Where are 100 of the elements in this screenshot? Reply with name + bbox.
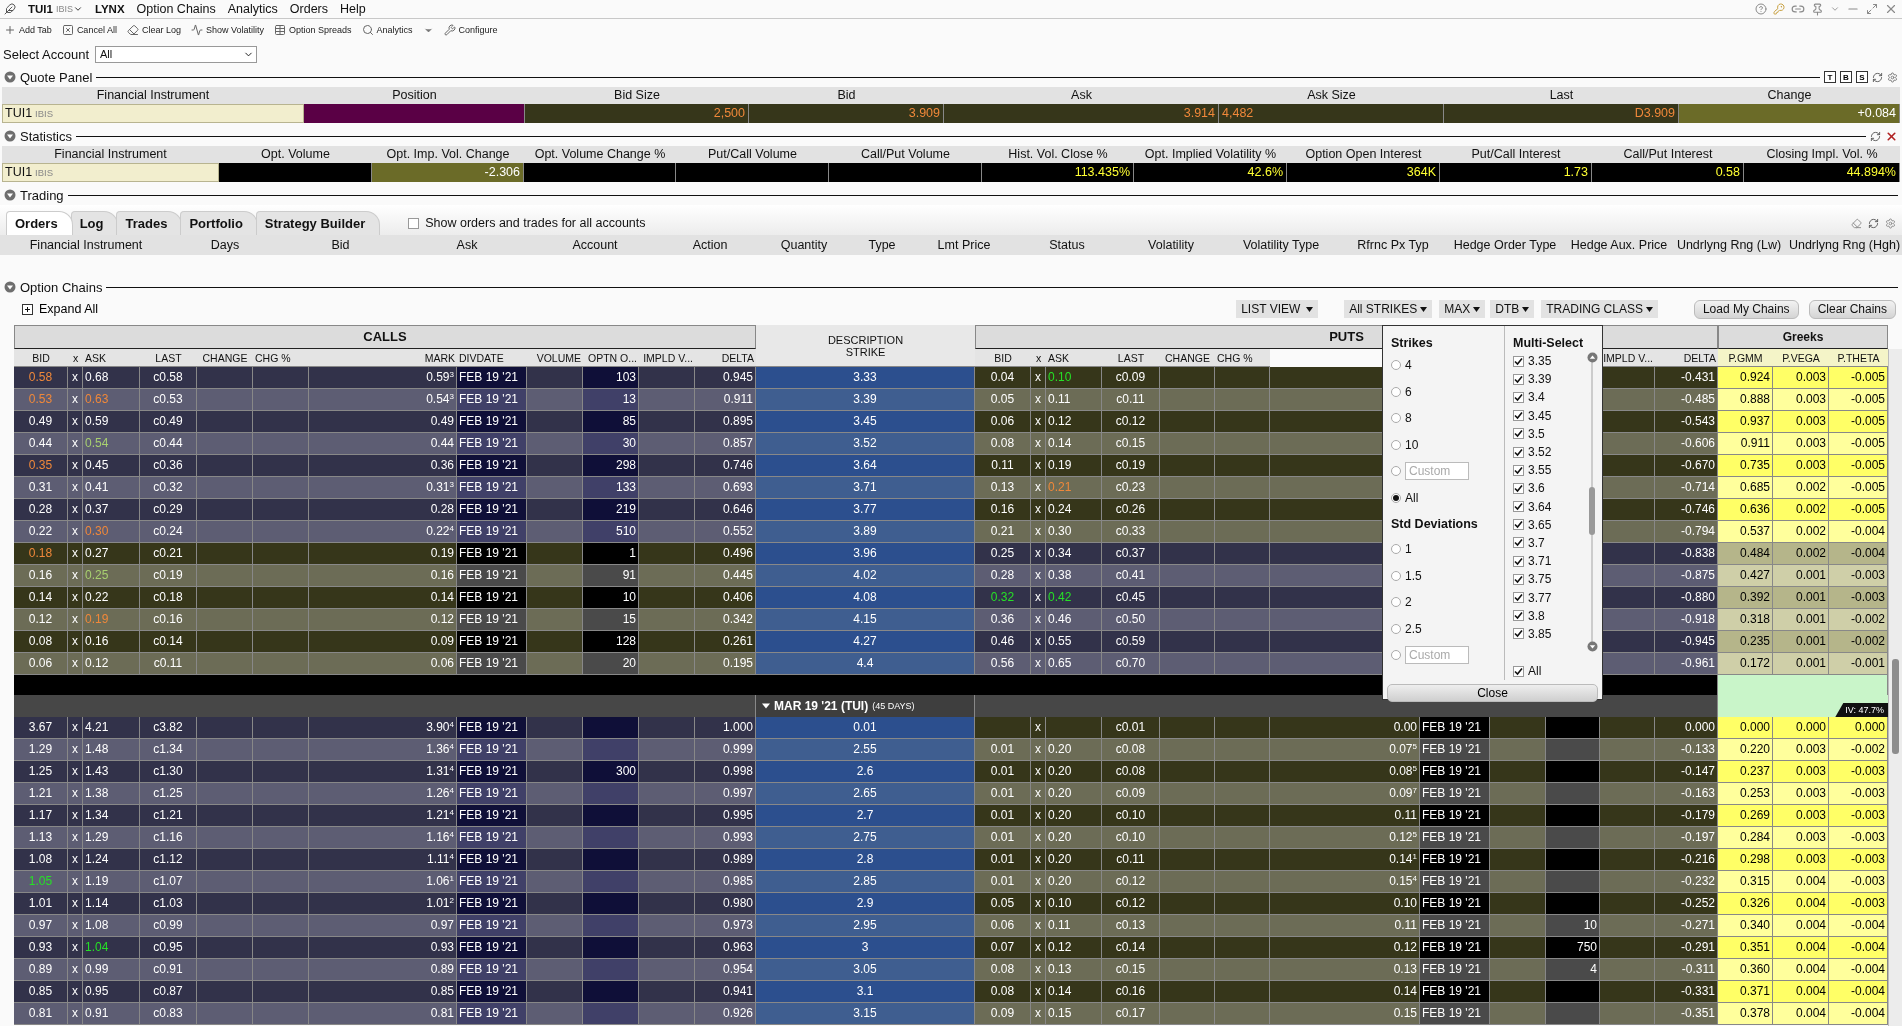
column-header[interactable]: DELTA (1655, 349, 1718, 367)
radio-button[interactable] (1391, 386, 1401, 397)
checkbox[interactable] (1513, 482, 1524, 494)
column-header[interactable]: IMPLD V... (639, 349, 695, 367)
toolbar-button[interactable]: Show Volatility (190, 24, 264, 36)
column-header[interactable]: CHANGE (197, 349, 253, 367)
strike-cell[interactable]: 3.1 (756, 981, 975, 1003)
option-label[interactable]: All (1528, 664, 1542, 679)
radio-button[interactable] (1391, 439, 1401, 450)
option-label[interactable]: 3.71 (1528, 554, 1552, 569)
app-icon[interactable] (4, 3, 16, 15)
instrument-cell[interactable]: TUI1 IBIS (2, 163, 219, 182)
scrollbar[interactable] (1888, 349, 1902, 1026)
refresh-icon[interactable] (1872, 71, 1883, 83)
toolbar-button[interactable]: Option Spreads (273, 24, 352, 36)
checkbox[interactable] (1513, 355, 1524, 367)
column-header[interactable]: Quantity (761, 238, 847, 252)
menu-item[interactable]: Option Chains (136, 2, 216, 16)
strike-cell[interactable]: 2.55 (756, 739, 975, 761)
panel-tool-button[interactable]: S (1856, 71, 1868, 83)
column-header[interactable]: Opt. Volume Change % (524, 146, 676, 163)
column-header[interactable]: Bid (749, 87, 944, 104)
radio-button[interactable] (1391, 544, 1401, 555)
panel-tool-button[interactable]: B (1840, 71, 1852, 83)
option-label[interactable]: 3.35 (1528, 354, 1552, 369)
strike-cell[interactable]: 0.01 (756, 717, 975, 739)
strike-cell[interactable]: 3.33 (756, 367, 975, 389)
strike-cell[interactable]: 4.08 (756, 587, 975, 609)
checkbox[interactable] (1513, 592, 1524, 604)
option-label[interactable]: 3.6 (1528, 481, 1545, 496)
strike-cell[interactable]: 3.52 (756, 433, 975, 455)
strike-cell[interactable]: 2.75 (756, 827, 975, 849)
column-header[interactable]: LAST (1102, 349, 1160, 367)
column-header[interactable]: Put/Call Volume (676, 146, 829, 163)
settings-icon[interactable] (1887, 71, 1898, 83)
toolbar-button[interactable]: Add Tab (4, 24, 52, 36)
column-header[interactable]: P.VEGA (1773, 349, 1829, 367)
column-header[interactable]: VOLUME (527, 349, 583, 367)
column-header[interactable]: BID (975, 349, 1031, 367)
strike-cell[interactable]: 3.39 (756, 389, 975, 411)
column-header[interactable]: Opt. Volume (219, 146, 372, 163)
checkbox[interactable] (1513, 628, 1524, 640)
strike-cell[interactable]: 4.15 (756, 609, 975, 631)
column-header[interactable]: x (68, 349, 83, 367)
checkbox[interactable] (1513, 573, 1524, 585)
column-header[interactable]: Status (1011, 238, 1123, 252)
expand-all-button[interactable]: Expand All (22, 302, 99, 316)
column-header[interactable]: Days (172, 238, 278, 252)
menu-item[interactable]: Analytics (227, 2, 278, 16)
checkbox[interactable] (1513, 665, 1524, 677)
column-header[interactable]: ASK (1046, 349, 1102, 367)
column-header[interactable]: CHG % (253, 349, 309, 367)
column-header[interactable]: Ask (944, 87, 1219, 104)
radio-button[interactable] (1391, 492, 1401, 503)
toolbar-button[interactable]: Clear Log (126, 24, 181, 36)
column-header[interactable]: IMPLD V... (1600, 349, 1655, 367)
radio-button[interactable] (1391, 466, 1401, 477)
option-label[interactable]: 2.5 (1405, 621, 1422, 636)
option-label[interactable]: 3.5 (1528, 426, 1545, 441)
close-icon[interactable] (1884, 2, 1898, 16)
strike-cell[interactable]: 4.27 (756, 631, 975, 653)
strike-cell[interactable]: 2.95 (756, 915, 975, 937)
option-label[interactable]: 1.5 (1405, 568, 1422, 583)
checkbox[interactable] (1513, 410, 1524, 422)
option-label[interactable]: 3.65 (1528, 517, 1552, 532)
column-header[interactable]: Undrlyng Rng (Lw) (1671, 238, 1787, 252)
column-header[interactable]: Account (531, 238, 659, 252)
tab[interactable]: Orders (6, 211, 73, 235)
toolbar-button[interactable]: Cancel All (61, 24, 117, 36)
column-header[interactable]: DELTA (695, 349, 756, 367)
column-header[interactable]: LAST (140, 349, 197, 367)
expiry-header[interactable]: MAR 19 '21 (TUI) (45 DAYS) (756, 695, 975, 717)
pin-icon[interactable] (1811, 2, 1824, 16)
column-header[interactable]: MARK (309, 349, 457, 367)
menu-item[interactable]: Orders (289, 2, 328, 16)
column-header[interactable]: Rfrnc Px Typ (1343, 238, 1443, 252)
symbol-selector[interactable]: TUI1 IBIS (28, 3, 83, 15)
refresh-icon[interactable] (1870, 130, 1881, 142)
account-select[interactable]: All (95, 45, 257, 63)
column-header[interactable]: Put/Call Interest (1440, 146, 1592, 163)
column-header[interactable]: BID (14, 349, 68, 367)
scroll-up-icon[interactable] (1586, 352, 1598, 363)
strike-cell[interactable]: 4.4 (756, 653, 975, 675)
dropdown-button[interactable]: MAX (1439, 300, 1486, 318)
instrument-cell[interactable]: TUI1 IBIS (2, 104, 304, 123)
caret-icon[interactable] (1473, 306, 1481, 312)
custom-field[interactable]: Custom (1405, 462, 1469, 481)
dropdown-button[interactable]: All STRIKES (1344, 300, 1433, 318)
checkbox-label[interactable]: Show orders and trades for all accounts (425, 216, 646, 230)
strike-cell[interactable]: 3.89 (756, 521, 975, 543)
collapse-icon[interactable] (4, 71, 16, 83)
column-header[interactable]: Financial Instrument (2, 146, 219, 163)
option-label[interactable]: 1 (1405, 542, 1412, 557)
option-label[interactable]: 3.77 (1528, 590, 1552, 605)
option-label[interactable]: 3.45 (1528, 408, 1552, 423)
column-header[interactable]: P.GMM (1718, 349, 1773, 367)
option-label[interactable]: 3.75 (1528, 572, 1552, 587)
option-label[interactable]: 6 (1405, 384, 1412, 399)
option-label[interactable]: 3.7 (1528, 535, 1545, 550)
collapse-icon[interactable] (4, 189, 16, 201)
